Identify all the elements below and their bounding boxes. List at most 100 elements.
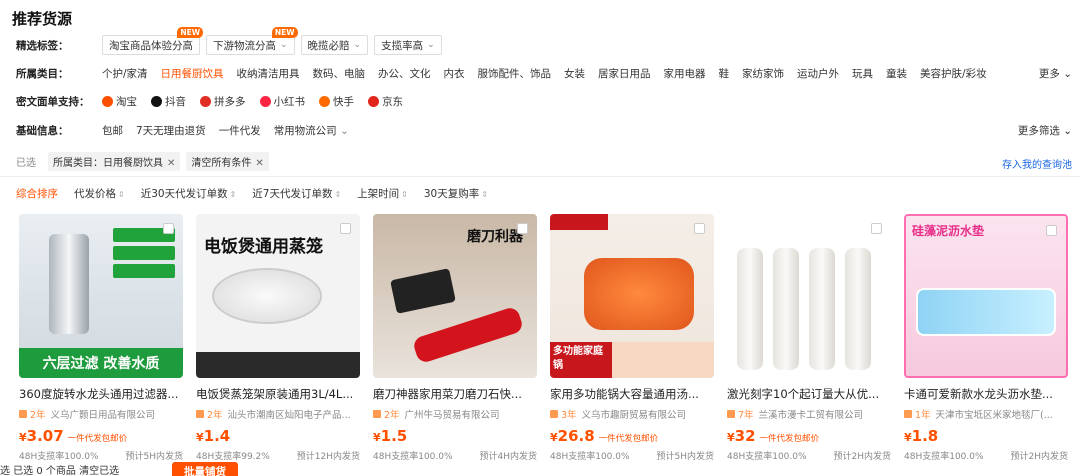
basic-info-row: 基础信息： 包邮 7天无理由退货 一件代发 常用物流公司 ⌄ 更多筛选 ⌄ <box>16 119 1080 141</box>
product-title[interactable]: 电饭煲蒸笼架原装通用3L/4L... <box>196 386 360 402</box>
seller-info: 2年 义乌广颢日用品有限公司 <box>19 407 183 421</box>
jd-icon <box>368 95 379 107</box>
close-icon[interactable]: ✕ <box>255 158 263 169</box>
product-card[interactable]: 硅藻泥沥水垫 卡通可爱新款水龙头沥水垫... 1年 天津市宝坻区米家地毯厂(...… <box>904 214 1068 464</box>
clear-all-conditions[interactable]: 清空所有条件 ✕ <box>186 152 269 171</box>
product-card[interactable]: 磨刀利器 磨刀神器家用菜刀磨刀石快... 2年 广州牛马贸易有限公司 ¥1.5 4… <box>373 214 537 464</box>
platform-kuaishou[interactable]: 快手 <box>319 94 354 109</box>
platform-xiaohongshu[interactable]: 小红书 <box>259 94 305 109</box>
category-item[interactable]: 内衣 <box>444 66 465 81</box>
image-caption: 多功能家庭锅 <box>550 342 612 378</box>
page-root: 推荐货源 精选标签： 淘宝商品体验分高 NEW 下游物流分高 ⌄ NEW 晚揽必… <box>0 0 1080 476</box>
pot-shape <box>584 258 694 330</box>
chip-taobao-score[interactable]: 淘宝商品体验分高 NEW <box>102 27 203 55</box>
category-item[interactable]: 家用电器 <box>664 66 706 81</box>
platform-label: 密文面单支持： <box>16 95 90 108</box>
product-price: ¥26.8 一件代发包邮价 <box>550 427 659 445</box>
product-price: ¥1.4 <box>196 427 231 445</box>
bottom-bar: 选 已选 0 个商品 清空已选 <box>0 462 1080 476</box>
selected-label: 已选 <box>16 158 36 169</box>
close-icon[interactable]: ✕ <box>167 158 175 169</box>
product-title[interactable]: 磨刀神器家用菜刀磨刀石快... <box>373 386 537 402</box>
sort-30day-orders[interactable]: 近30天代发订单数 ⇕ <box>141 186 237 201</box>
more-filters-button[interactable]: 更多筛选 ⌄ <box>1018 123 1072 138</box>
chevron-down-icon: ⌄ <box>280 40 288 50</box>
tag-filter-row: 精选标签： 淘宝商品体验分高 NEW 下游物流分高 ⌄ NEW 晚揽必赔 ⌄ 支… <box>16 27 448 56</box>
select-checkbox[interactable] <box>694 223 705 234</box>
category-item-active[interactable]: 日用餐厨饮具 <box>161 66 224 81</box>
product-title[interactable]: 激光刻字10个起订量大从优... <box>727 386 891 402</box>
category-item[interactable]: 女装 <box>564 66 585 81</box>
sort-price[interactable]: 代发价格 ⇕ <box>74 186 125 201</box>
category-item[interactable]: 居家日用品 <box>598 66 651 81</box>
category-item[interactable]: 美容护肤/彩妆 <box>920 66 987 81</box>
sort-repurchase-rate[interactable]: 30天复购率 ⇕ <box>424 186 488 201</box>
platform-jd[interactable]: 京东 <box>368 94 403 109</box>
select-checkbox[interactable] <box>340 223 351 234</box>
platform-taobao[interactable]: 淘宝 <box>102 94 137 109</box>
new-badge: NEW <box>271 27 298 38</box>
product-price: ¥1.8 <box>904 427 939 445</box>
sort-bar: 综合排序 代发价格 ⇕ 近30天代发订单数 ⇕ 近7天代发订单数 ⇕ 上架时间 ⇕ 30… <box>16 186 504 201</box>
product-card[interactable]: 电饭煲通用蒸笼 电饭煲蒸笼架原装通用3L/4L... 2年 汕头市潮南区灿阳电子产… <box>196 214 360 464</box>
category-item[interactable]: 玩具 <box>852 66 873 81</box>
seller-info: 2年 广州牛马贸易有限公司 <box>373 407 537 421</box>
save-query-link[interactable]: 存入我的查询池 <box>1002 156 1072 171</box>
product-price: ¥3.07 一件代发包邮价 <box>19 427 128 445</box>
chevron-down-icon: ⌄ <box>427 40 435 50</box>
category-item[interactable]: 运动户外 <box>797 66 839 81</box>
product-card[interactable]: 六层过滤 改善水质 360度旋转水龙头通用过滤器... 2年 义乌广颢日用品有限公… <box>19 214 183 464</box>
product-title[interactable]: 卡通可爱新款水龙头沥水垫... <box>904 386 1068 402</box>
chip-late-pickup[interactable]: 晚揽必赔 ⌄ <box>300 35 369 55</box>
product-card[interactable]: 多功能家庭锅 家用多功能锅大容量通用汤... 3年 义乌市趣厨贸易有限公司 ¥26… <box>550 214 714 464</box>
platform-douyin[interactable]: 抖音 <box>151 94 186 109</box>
image-caption: 磨刀利器 <box>467 229 523 245</box>
product-image[interactable]: 硅藻泥沥水垫 <box>904 214 1068 378</box>
image-caption: 电饭煲通用蒸笼 <box>204 237 323 257</box>
category-item[interactable]: 家纺家饰 <box>742 66 784 81</box>
select-checkbox[interactable] <box>517 223 528 234</box>
store-icon <box>727 410 735 418</box>
category-item[interactable]: 鞋 <box>719 66 730 81</box>
category-item[interactable]: 数码、电脑 <box>313 66 366 81</box>
product-image[interactable]: 电饭煲通用蒸笼 <box>196 214 360 378</box>
select-checkbox[interactable] <box>1046 225 1057 236</box>
steamer-shape <box>212 268 322 324</box>
bulk-list-button[interactable]: 批量铺货 <box>172 462 238 476</box>
sort-arrows-icon: ⇕ <box>118 190 125 199</box>
category-item[interactable]: 办公、文化 <box>378 66 431 81</box>
selected-tag-category[interactable]: 所属类目：日用餐厨饮具 ✕ <box>48 152 181 171</box>
pickup-rate: 48H支揽率100.0% 预计2H内发货 <box>904 452 1068 462</box>
product-image[interactable]: 六层过滤 改善水质 <box>19 214 183 378</box>
basic-item-7day-return[interactable]: 7天无理由退货 <box>136 123 206 138</box>
sort-listing-time[interactable]: 上架时间 ⇕ <box>357 186 408 201</box>
douyin-icon <box>151 95 162 107</box>
seller-info: 3年 义乌市趣厨贸易有限公司 <box>550 407 714 421</box>
sort-arrows-icon: ⇕ <box>334 190 342 199</box>
category-item[interactable]: 收纳清洁用具 <box>237 66 300 81</box>
product-image[interactable] <box>727 214 891 378</box>
sort-arrows-icon: ⇕ <box>401 190 408 199</box>
chip-pickup-rate[interactable]: 支揽率高 ⌄ <box>374 35 442 55</box>
category-item[interactable]: 服饰配件、饰品 <box>478 66 552 81</box>
basic-item-dropship[interactable]: 一件代发 <box>219 123 261 138</box>
product-card[interactable]: 激光刻字10个起订量大从优... 7年 兰溪市漫卡工贸有限公司 ¥32 一件代发包邮… <box>727 214 891 464</box>
store-icon <box>373 410 381 418</box>
product-image[interactable]: 多功能家庭锅 <box>550 214 714 378</box>
select-checkbox[interactable] <box>163 223 174 234</box>
product-title[interactable]: 家用多功能锅大容量通用汤... <box>550 386 714 402</box>
basic-item-free-shipping[interactable]: 包邮 <box>102 123 123 138</box>
product-title[interactable]: 360度旋转水龙头通用过滤器... <box>19 386 183 402</box>
select-checkbox[interactable] <box>871 223 882 234</box>
store-icon <box>19 410 27 418</box>
basic-item-logistics[interactable]: 常用物流公司 ⌄ <box>274 123 349 138</box>
category-more-button[interactable]: 更多 ⌄ <box>1039 66 1072 81</box>
sort-comprehensive[interactable]: 综合排序 <box>16 186 58 201</box>
sort-7day-orders[interactable]: 近7天代发订单数 ⇕ <box>252 186 341 201</box>
pickup-rate: 48H支揽率100.0% 预计4H内发货 <box>373 452 537 462</box>
category-item[interactable]: 个护/家清 <box>102 66 148 81</box>
product-image[interactable]: 磨刀利器 <box>373 214 537 378</box>
chip-logistics-score[interactable]: 下游物流分高 ⌄ NEW <box>206 27 298 55</box>
platform-pinduoduo[interactable]: 拼多多 <box>200 94 246 109</box>
category-item[interactable]: 童装 <box>886 66 907 81</box>
